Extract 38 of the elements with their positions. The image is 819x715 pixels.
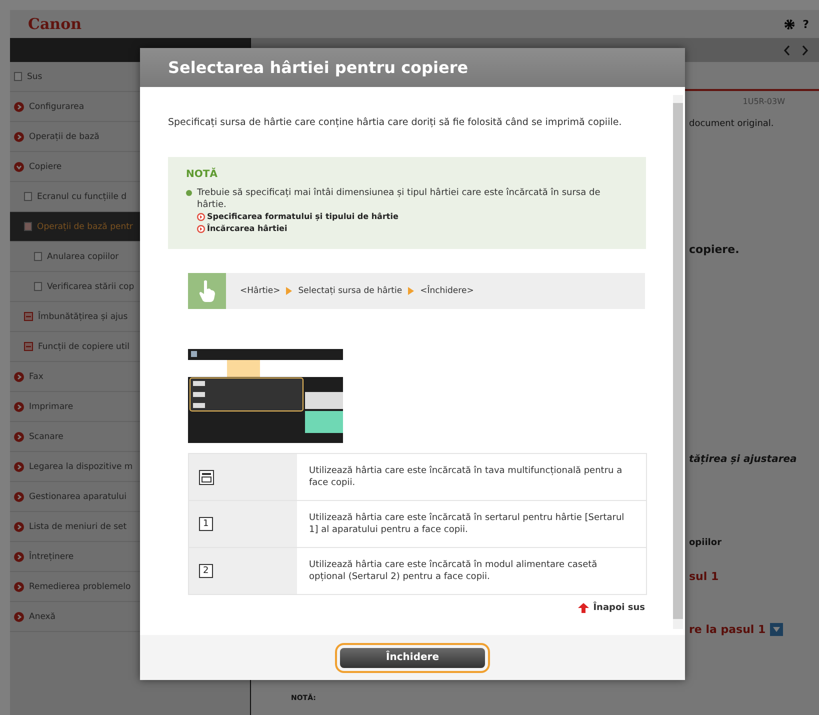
table-cell-text: Utilizează hârtia care este încărcată în sertarul pentru hârtie [Sertarul 1] al aparatului pentru a face copii. [308, 512, 626, 537]
heading: opiilor [689, 538, 722, 548]
step-label: <Închidere> [420, 286, 474, 296]
table-cell-text: Utilizează hârtia care este încărcată în tava multifuncțională pentru a face copii. [308, 464, 624, 490]
logo: Canon [28, 15, 82, 33]
tray-icon [199, 470, 214, 484]
folder-icon [24, 342, 33, 351]
heading: tățirea și ajustarea [689, 454, 797, 465]
up-arrow-icon[interactable] [578, 603, 590, 613]
step-arrow-icon [408, 287, 414, 295]
close-button[interactable]: Închidere [340, 648, 485, 668]
link-arrow-icon [197, 225, 205, 233]
back-to-top-link[interactable]: Înapoi sus [593, 603, 645, 613]
settings-icon[interactable] [784, 18, 795, 30]
scrollbar[interactable] [673, 95, 683, 629]
table-cell-text: Utilizează hârtia care este încărcată în modul alimentare casetă opțional (Sertarul 2) pentru a face copii. [308, 558, 598, 584]
page-icon [14, 72, 22, 81]
next-icon[interactable] [801, 44, 809, 56]
drawer-number: 2 [199, 564, 213, 578]
page-icon [24, 192, 32, 201]
page-icon [24, 222, 32, 231]
previous-icon[interactable] [783, 44, 791, 56]
step-arrow-icon [286, 287, 292, 295]
help-button[interactable]: ? [802, 18, 809, 30]
document-id: 1U5R-03W [742, 97, 786, 106]
heading-link[interactable]: re la pasul 1 [689, 623, 766, 636]
heading: copiere. [689, 243, 740, 256]
body-text: document original. [689, 119, 774, 129]
page-icon [34, 282, 42, 291]
hand-pointer-icon [198, 279, 216, 303]
drawer-number: 1 [199, 517, 213, 531]
heading-link[interactable]: sul 1 [689, 570, 719, 583]
link-arrow-icon [197, 213, 205, 221]
note-title: NOTĂ [186, 169, 218, 180]
bullet-icon [186, 190, 192, 196]
folder-icon [24, 312, 33, 321]
step-label: Selectați sursa de hârtie [298, 286, 402, 296]
page-icon [34, 252, 42, 261]
